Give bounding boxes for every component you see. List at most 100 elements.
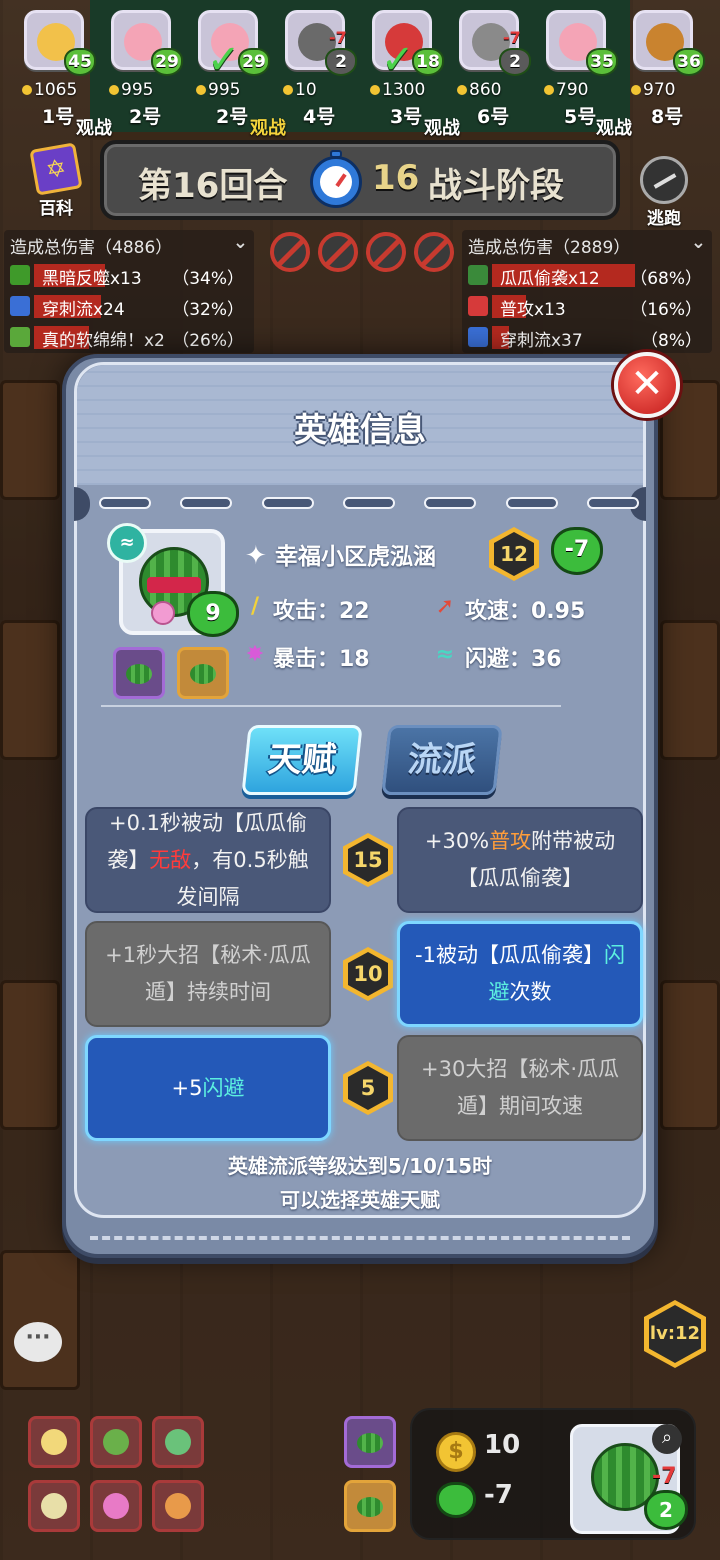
player-gold: 1065: [22, 80, 77, 100]
dash: [342, 497, 395, 509]
talent-option[interactable]: +30%普攻附带被动【瓜瓜偷袭】: [397, 807, 643, 913]
skill-icon: [10, 265, 30, 285]
player-rank: 4号: [303, 106, 336, 128]
item-icon: [190, 664, 216, 684]
book-icon: ✡: [29, 142, 83, 196]
bubble-gum: [151, 601, 175, 625]
gold-amount: 10: [484, 1430, 521, 1460]
talent-option-selected[interactable]: -1被动【瓜瓜偷袭】闪避次数: [397, 921, 643, 1027]
inventory-slot[interactable]: [90, 1416, 142, 1468]
player-hp: 35: [586, 48, 618, 76]
item-icon: [41, 1493, 67, 1519]
chat-icon[interactable]: ···: [14, 1322, 62, 1362]
check-icon: ✓: [381, 37, 415, 83]
escape-label: 逃跑: [647, 209, 681, 229]
player-slot[interactable]: ✓ 18 1300 3号: [368, 10, 449, 130]
dash: [586, 497, 639, 509]
talent-tier-badge: 5: [343, 1061, 393, 1115]
inventory-slot[interactable]: [28, 1480, 80, 1532]
player-slot[interactable]: -7 2 860 6号: [455, 10, 536, 130]
player-hp: 2: [499, 48, 531, 76]
player-hp: 45: [64, 48, 96, 76]
spectate-button[interactable]: 观战: [76, 114, 112, 140]
damage-percent: （8%）: [641, 331, 702, 351]
inventory-slot[interactable]: [152, 1416, 204, 1468]
ban-icon: [414, 232, 454, 272]
equipment-slot[interactable]: [344, 1416, 396, 1468]
player-slot[interactable]: 29 995 2号: [107, 10, 188, 130]
tier-value: 5: [348, 1066, 388, 1110]
player-gold: 1300: [370, 80, 425, 100]
talent-text: +5闪避: [172, 1070, 245, 1107]
player-slot[interactable]: 45 1065 1号: [20, 10, 101, 130]
spectate-button[interactable]: 观战: [250, 114, 286, 140]
ban-icon: [366, 232, 406, 272]
player-gold: 860: [457, 80, 501, 100]
close-icon[interactable]: ✕: [614, 352, 680, 418]
equipment-slot[interactable]: [113, 647, 165, 699]
player-hp: 18: [412, 48, 444, 76]
talent-option-selected[interactable]: +5闪避: [85, 1035, 331, 1141]
talent-text-part: +5: [171, 1075, 203, 1100]
player-slot[interactable]: ✓ 29 995 2号: [194, 10, 275, 130]
skill-name: 黑暗反噬x13: [42, 269, 142, 289]
item-icon: [103, 1493, 129, 1519]
damage-row: 黑暗反噬x13 （34%）: [8, 260, 250, 291]
player-slot[interactable]: 36 970 8号: [629, 10, 710, 130]
spectate-button[interactable]: 观战: [424, 114, 460, 140]
equipment-slot[interactable]: [344, 1480, 396, 1532]
item-icon: [126, 664, 152, 684]
hero-info-modal: 英雄信息 ≈ 9 ✦ 幸福小区虎泓涵 12 -7 / 攻击：22 ➚ 攻速：0.…: [62, 352, 680, 1258]
item-icon: [165, 1429, 191, 1455]
talent-option[interactable]: +1秒大招【秘术·瓜瓜遁】持续时间: [85, 921, 331, 1027]
player-slot[interactable]: -7 2 10 4号: [281, 10, 362, 130]
heart-icon: 2: [644, 1490, 688, 1530]
item-icon: [41, 1429, 67, 1455]
escape-button[interactable]: 逃跑: [632, 156, 696, 229]
encyclopedia-label: 百科: [39, 199, 73, 219]
chevron-down-icon[interactable]: ⌄: [691, 232, 706, 253]
skill-name: 普攻x13: [500, 300, 566, 320]
damage-row: 穿刺流x37 （8%）: [466, 322, 708, 353]
round-label: 第16回合: [138, 166, 288, 206]
talent-highlight: 闪避: [202, 1075, 245, 1100]
player-hp: 36: [673, 48, 705, 76]
player-rank: 1号: [42, 106, 75, 128]
stat-crit: 暴击：18: [273, 647, 370, 672]
sword-icon: /: [250, 594, 260, 619]
damage-stats-right: 造成总伤害（2889） ⌄ 瓜瓜偷袭x12 （68%） 普攻x13 （16%） 穿刺…: [462, 230, 712, 353]
hp-delta: -7: [652, 1464, 677, 1489]
check-icon: ✓: [207, 37, 241, 83]
player-slot[interactable]: 35 790 5号: [542, 10, 623, 130]
inventory-slot[interactable]: [90, 1480, 142, 1532]
encyclopedia-button[interactable]: ✡ 百科: [26, 142, 86, 219]
coin-icon: [196, 85, 206, 95]
section-divider: [101, 705, 561, 707]
spectate-button[interactable]: 观战: [596, 114, 632, 140]
talent-option[interactable]: +0.1秒被动【瓜瓜偷袭】无敌，有0.5秒触发间隔: [85, 807, 331, 913]
player-rank: 8号: [651, 106, 684, 128]
talent-option[interactable]: +30大招【秘术·瓜瓜遁】期间攻速: [397, 1035, 643, 1141]
player-gold: 995: [196, 80, 240, 100]
tab-school[interactable]: 流派: [381, 725, 503, 795]
inventory-slot[interactable]: [28, 1416, 80, 1468]
damage-row: 穿刺流x24 （32%）: [8, 291, 250, 322]
player-gold-value: 860: [469, 80, 502, 100]
tab-talent[interactable]: 天赋: [241, 725, 363, 795]
broken-heart-icon: [436, 1482, 476, 1518]
skill-name: 穿刺流x24: [42, 300, 125, 320]
player-strip: 45 1065 1号 29 995 2号 ✓ 29 995 2号 -7 2 10…: [20, 10, 710, 130]
inventory-slot[interactable]: [152, 1480, 204, 1532]
escape-icon: [640, 156, 688, 204]
talent-hint-line: 英雄流派等级达到5/10/15时: [227, 1154, 493, 1178]
player-hp-delta: -7: [329, 28, 347, 47]
ban-icon: [318, 232, 358, 272]
damage-percent: （68%）: [630, 269, 702, 289]
skill-name: 瓜瓜偷袭x12: [500, 269, 600, 289]
search-icon[interactable]: ⌕: [652, 1424, 682, 1454]
chevron-down-icon[interactable]: ⌄: [233, 232, 248, 253]
countdown-value: 16: [372, 158, 420, 198]
hp-change-heart: -7: [551, 527, 603, 575]
equipment-slot[interactable]: [177, 647, 229, 699]
damage-header: 造成总伤害（2889） ⌄: [462, 230, 712, 260]
